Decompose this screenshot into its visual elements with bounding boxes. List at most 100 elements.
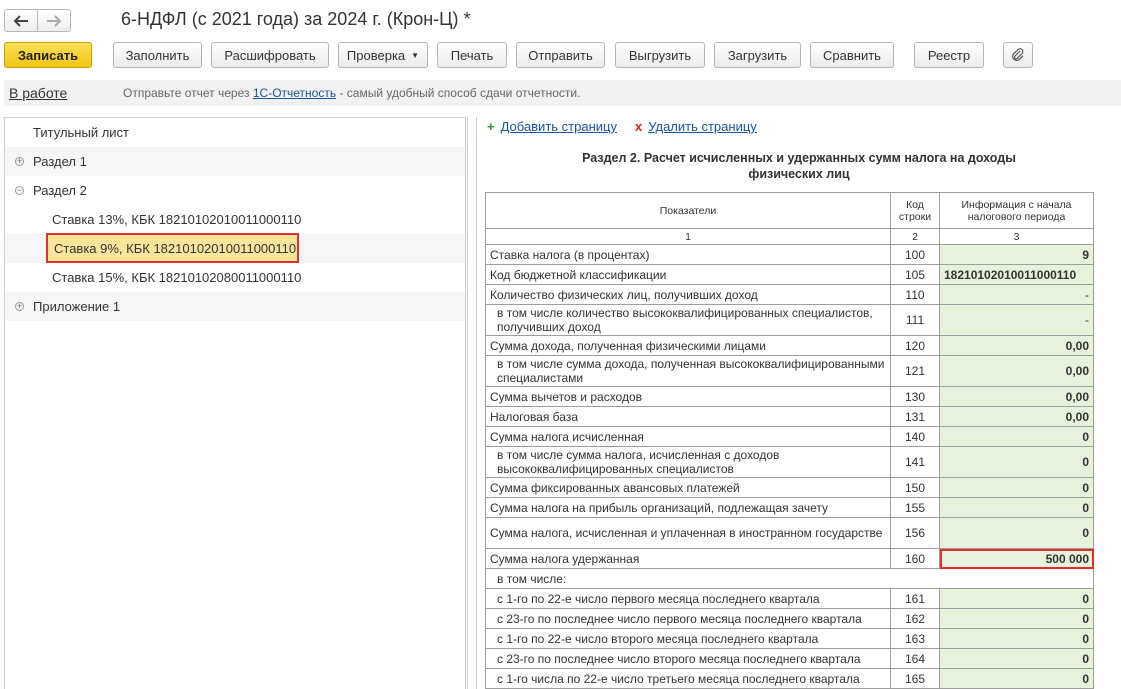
tree-item-rate-9[interactable]: Ставка 9%, КБК 18210102010011000110 — [46, 233, 299, 263]
row-name: с 1-го числа по 22-е число третьего меся… — [485, 668, 891, 689]
row-value[interactable]: 0 — [939, 668, 1094, 689]
row-name: Сумма вычетов и расходов — [485, 386, 891, 407]
import-button[interactable]: Загрузить — [714, 42, 801, 68]
header-code: Код строки — [890, 192, 940, 229]
row-name: Количество физических лиц, получивших до… — [485, 284, 891, 305]
registry-button[interactable]: Реестр — [914, 42, 984, 68]
back-button[interactable] — [4, 9, 38, 32]
tax-withheld-value[interactable]: 500 000 — [939, 548, 1094, 569]
row-value[interactable]: 18210102010011000110 — [939, 264, 1094, 285]
row-name: с 23-го по последнее число второго месяц… — [485, 648, 891, 669]
row-code: 165 — [890, 668, 940, 689]
row-code: 160 — [890, 548, 940, 569]
delete-page-label: Удалить страницу — [648, 119, 757, 134]
row-code: 121 — [890, 355, 940, 387]
header-info-line2: налогового периода — [967, 210, 1066, 223]
row-name: Сумма дохода, полученная физическими лиц… — [485, 335, 891, 356]
header-code-line1: Код — [906, 198, 924, 211]
tree-item-title-page[interactable]: Титульный лист — [5, 118, 465, 147]
row-value[interactable]: 0 — [939, 477, 1094, 498]
row-value[interactable]: 0,00 — [939, 406, 1094, 427]
delete-page-link[interactable]: x Удалить страницу — [635, 119, 757, 134]
row-value[interactable]: - — [939, 284, 1094, 305]
row-code: 161 — [890, 588, 940, 609]
table-row: Сумма дохода, полученная физическими лиц… — [485, 335, 1094, 356]
decode-button[interactable]: Расшифровать — [211, 42, 329, 68]
status-message-prefix: Отправьте отчет через — [123, 86, 250, 100]
row-name: Сумма фиксированных авансовых платежей — [485, 477, 891, 498]
check-label: Проверка — [346, 47, 406, 63]
check-dropdown-button[interactable]: Проверка ▼ — [338, 42, 428, 68]
row-code: 163 — [890, 628, 940, 649]
row-code: 110 — [890, 284, 940, 305]
row-value[interactable]: 0 — [939, 426, 1094, 447]
row-code: 164 — [890, 648, 940, 669]
tree-item-rate-13[interactable]: Ставка 13%, КБК 18210102010011000110 — [5, 205, 465, 234]
row-value[interactable]: 0,00 — [939, 386, 1094, 407]
save-button[interactable]: Записать — [4, 42, 92, 68]
table-row: Код бюджетной классификации 105 1821010201… — [485, 264, 1094, 285]
table-row: Сумма фиксированных авансовых платежей 15… — [485, 477, 1094, 498]
header-num-2: 2 — [890, 228, 940, 245]
row-value[interactable]: 0 — [939, 648, 1094, 669]
print-button[interactable]: Печать — [437, 42, 507, 68]
row-value[interactable]: 0 — [939, 517, 1094, 549]
status-link[interactable]: В работе — [9, 85, 67, 101]
send-button[interactable]: Отправить — [516, 42, 605, 68]
row-code: 140 — [890, 426, 940, 447]
expand-icon[interactable]: + — [15, 157, 24, 166]
table-row: в том числе: — [485, 568, 1094, 589]
table-row: в том числе количество высококвалифициро… — [485, 304, 1094, 336]
status-message: Отправьте отчет через 1С-Отчетность - са… — [123, 86, 580, 100]
add-page-label: Добавить страницу — [500, 119, 617, 134]
row-value[interactable]: 0 — [939, 608, 1094, 629]
tree-item-section-1[interactable]: + Раздел 1 — [5, 147, 465, 176]
tree-item-rate-15[interactable]: Ставка 15%, КБК 18210102080011000110 — [5, 263, 465, 292]
row-code: 120 — [890, 335, 940, 356]
tree-item-appendix-1[interactable]: + Приложение 1 — [5, 292, 465, 321]
chevron-down-icon: ▼ — [411, 50, 420, 60]
row-name: Сумма налога исчисленная — [485, 426, 891, 447]
compare-button[interactable]: Сравнить — [810, 42, 894, 68]
arrow-right-icon — [47, 14, 62, 27]
header-info-line1: Информация с начала — [961, 198, 1072, 211]
row-code: 105 — [890, 264, 940, 285]
row-name: Ставка налога (в процентах) — [485, 244, 891, 265]
row-value[interactable]: 0 — [939, 446, 1094, 478]
row-code: 111 — [890, 304, 940, 336]
tree-item-label: Раздел 1 — [33, 154, 87, 169]
section-title: Раздел 2. Расчет исчисленных и удержанны… — [539, 150, 1059, 182]
add-page-link[interactable]: + Добавить страницу — [487, 119, 617, 134]
fill-button[interactable]: Заполнить — [113, 42, 202, 68]
row-value[interactable]: 0,00 — [939, 335, 1094, 356]
forward-button[interactable] — [37, 9, 71, 32]
row-value[interactable]: 0 — [939, 628, 1094, 649]
section-title-line1: Раздел 2. Расчет исчисленных и удержанны… — [582, 151, 1016, 165]
collapse-icon[interactable]: − — [15, 186, 24, 195]
attach-button[interactable] — [1003, 42, 1033, 68]
table-row: Сумма налога удержанная 160 500 000 — [485, 548, 1094, 569]
row-code: 156 — [890, 517, 940, 549]
export-button[interactable]: Выгрузить — [615, 42, 705, 68]
row-value[interactable]: 0 — [939, 497, 1094, 518]
row-name: Сумма налога удержанная — [485, 548, 891, 569]
tree-item-section-2[interactable]: − Раздел 2 — [5, 176, 465, 205]
table-row: с 23-го по последнее число второго месяц… — [485, 648, 1094, 669]
tree-item-label: Раздел 2 — [33, 183, 87, 198]
row-value[interactable]: 0 — [939, 588, 1094, 609]
table-row: в том числе сумма дохода, полученная выс… — [485, 355, 1094, 387]
tree-item-label: Ставка 15%, КБК 18210102080011000110 — [52, 270, 302, 285]
arrow-left-icon — [13, 14, 28, 27]
row-name: Сумма налога, исчисленная и уплаченная в… — [485, 517, 891, 549]
panel-splitter[interactable] — [467, 117, 475, 689]
tree-item-label: Ставка 9%, КБК 18210102010011000110 — [54, 241, 297, 256]
row-value[interactable]: - — [939, 304, 1094, 336]
1c-reporting-link[interactable]: 1С-Отчетность — [253, 86, 336, 100]
status-strip: В работе Отправьте отчет через 1С-Отчетн… — [4, 80, 1121, 106]
tree-item-label: Приложение 1 — [33, 299, 121, 314]
expand-icon[interactable]: + — [15, 302, 24, 311]
row-code: 150 — [890, 477, 940, 498]
row-value[interactable]: 9 — [939, 244, 1094, 265]
row-value[interactable]: 0,00 — [939, 355, 1094, 387]
paperclip-icon — [1012, 48, 1024, 61]
